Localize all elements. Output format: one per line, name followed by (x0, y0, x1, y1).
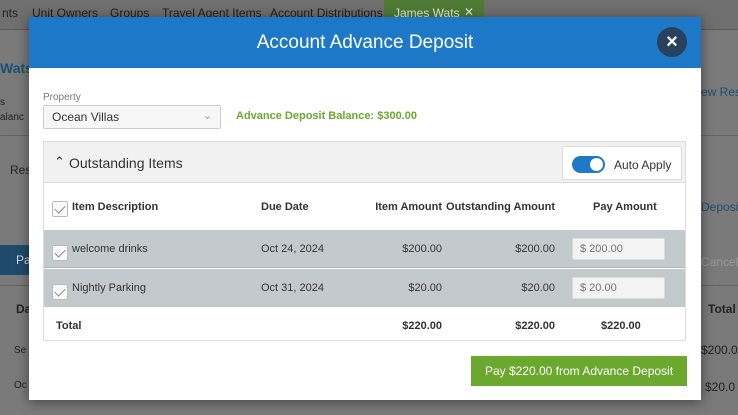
table-header-row: Item Description Due Date Item Amount Ou… (44, 184, 685, 231)
column-header-pay-amount: Pay Amount (593, 201, 657, 213)
pay-from-advance-deposit-button[interactable]: Pay $220.00 from Advance Deposit (471, 356, 687, 386)
column-header-outstanding-amount: Outstanding Amount (446, 201, 555, 213)
bg-fragment: $200.0 (701, 343, 738, 357)
bg-fragment: Oc (14, 380, 27, 391)
chevron-up-icon[interactable]: ⌃ (54, 154, 65, 170)
row-checkbox[interactable] (52, 245, 68, 261)
total-row: Total $220.00 $220.00 $220.00 (44, 308, 685, 340)
auto-apply-toggle[interactable] (572, 156, 605, 173)
total-label: Total (56, 320, 82, 332)
bg-heading: Wats (0, 60, 33, 76)
modal-title: Account Advance Deposit (256, 32, 474, 53)
item-description: Nightly Parking (72, 282, 146, 294)
select-all-checkbox[interactable] (52, 201, 68, 217)
item-amount: $200.00 (402, 243, 442, 255)
column-header-item-amount: Item Amount (375, 201, 442, 213)
bg-fragment: ew Rese (701, 85, 738, 99)
bg-fragment: s (0, 97, 5, 108)
item-amount: $20.00 (408, 282, 442, 294)
panel-header: ⌃ Outstanding Items Auto Apply (44, 142, 685, 183)
auto-apply-label: Auto Apply (614, 158, 672, 172)
divider (701, 135, 738, 136)
outstanding-items-panel: ⌃ Outstanding Items Auto Apply Item Desc… (43, 141, 686, 341)
panel-title: Outstanding Items (69, 155, 183, 171)
divider (0, 135, 30, 136)
tab-fragment[interactable]: nts (2, 6, 18, 20)
table-row: welcome drinks Oct 24, 2024 $200.00 $200… (44, 230, 685, 268)
property-select[interactable]: Ocean Villas ⌄ (43, 105, 221, 129)
column-header-description: Item Description (72, 201, 159, 213)
divider (701, 285, 738, 286)
pay-amount-input[interactable] (572, 238, 665, 260)
bg-fragment: $20.0 (705, 380, 736, 394)
outstanding-amount: $200.00 (515, 243, 555, 255)
row-checkbox[interactable] (52, 284, 68, 300)
bg-fragment: Total (708, 302, 736, 316)
column-header-due-date: Due Date (261, 201, 309, 213)
table-row: Nightly Parking Oct 31, 2024 $20.00 $20.… (44, 269, 685, 307)
advance-deposit-balance: Advance Deposit Balance: $300.00 (236, 110, 417, 122)
pay-amount-input[interactable] (572, 277, 665, 299)
total-pay-amount: $220.00 (601, 320, 641, 332)
property-label: Property (43, 92, 81, 103)
bg-fragment: Cancel (701, 255, 738, 269)
close-icon[interactable]: × (657, 27, 687, 57)
auto-apply-control: Auto Apply (562, 146, 682, 180)
due-date: Oct 31, 2024 (261, 282, 324, 294)
total-item-amount: $220.00 (402, 320, 442, 332)
account-advance-deposit-modal: Account Advance Deposit × Property Ocean… (29, 17, 701, 400)
bg-tab-button: Pa (0, 245, 31, 275)
bg-fragment: alanc (0, 112, 24, 123)
outstanding-amount: $20.00 (521, 282, 555, 294)
property-value: Ocean Villas (52, 110, 120, 124)
toggle-knob (590, 158, 603, 171)
due-date: Oct 24, 2024 (261, 243, 324, 255)
bg-fragment: Se (14, 345, 27, 356)
modal-header: Account Advance Deposit × (29, 17, 701, 68)
total-outstanding-amount: $220.00 (515, 320, 555, 332)
chevron-down-icon: ⌄ (202, 110, 212, 122)
item-description: welcome drinks (72, 243, 148, 255)
divider (0, 285, 30, 286)
bg-fragment: Deposit (701, 200, 738, 214)
